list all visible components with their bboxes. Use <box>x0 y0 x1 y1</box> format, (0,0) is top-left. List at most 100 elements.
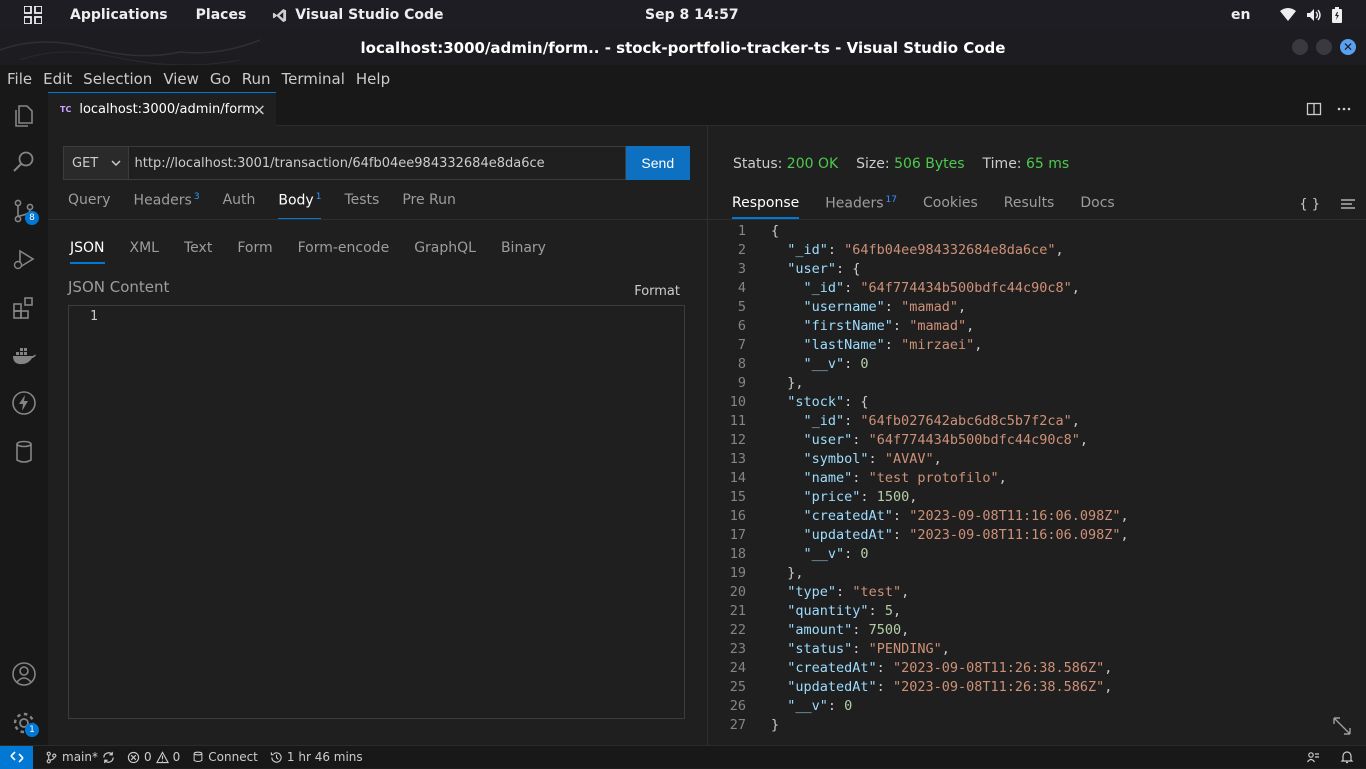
maximize-button[interactable] <box>1316 39 1332 55</box>
format-button[interactable]: Format <box>634 284 680 299</box>
code-text: "__v": 0 <box>787 698 853 714</box>
tab-results[interactable]: Results <box>1004 195 1055 219</box>
tab-cookies[interactable]: Cookies <box>923 195 978 219</box>
tab-response-headers[interactable]: Headers 17 <box>825 195 897 219</box>
size-label: Size: <box>856 156 890 172</box>
tab-results-label: Results <box>1003 195 1055 211</box>
code-line: 26 "__v": 0 <box>708 697 1366 716</box>
braces-icon[interactable]: { } <box>1299 197 1320 212</box>
close-tab-icon[interactable]: × <box>253 100 266 119</box>
clock[interactable]: Sep 8 14:57 <box>645 7 739 23</box>
system-top-bar: Applications Places Visual Studio Code S… <box>0 0 1366 30</box>
search-icon[interactable] <box>11 149 37 175</box>
send-button[interactable]: Send <box>625 146 690 180</box>
split-editor-icon[interactable] <box>1306 101 1322 117</box>
body-tab-form-encode[interactable]: Form-encode <box>298 240 390 264</box>
docker-icon[interactable] <box>11 343 37 369</box>
menu-edit[interactable]: Edit <box>43 70 72 88</box>
session-timer[interactable]: 1 hr 46 mins <box>270 750 363 764</box>
menu-selection[interactable]: Selection <box>83 70 152 88</box>
menu-terminal[interactable]: Terminal <box>282 70 345 88</box>
branch-icon <box>46 751 57 763</box>
code-line: 6 "firstName": "mamad", <box>708 317 1366 336</box>
menu-file[interactable]: File <box>7 70 32 88</box>
tab-response[interactable]: Response <box>732 195 800 219</box>
system-tray[interactable] <box>1280 7 1342 23</box>
settings-badge: 1 <box>25 723 39 737</box>
error-icon <box>127 751 140 763</box>
close-window-button[interactable]: ✕ <box>1340 39 1356 55</box>
database-icon <box>193 751 203 763</box>
code-line: 5 "username": "mamad", <box>708 298 1366 317</box>
more-actions-icon[interactable] <box>1336 101 1352 117</box>
json-body-editor[interactable]: 1 <box>68 305 685 719</box>
db-connect[interactable]: Connect <box>192 750 258 764</box>
active-app-menu[interactable]: Visual Studio Code <box>272 7 444 23</box>
expand-icon[interactable] <box>1332 716 1352 736</box>
body-tab-binary[interactable]: Binary <box>501 240 546 264</box>
tab-body-label: Body <box>278 192 314 209</box>
tab-query-label: Query <box>68 192 111 208</box>
applications-menu[interactable]: Applications <box>70 7 168 23</box>
tab-pre-run[interactable]: Pre Run <box>402 192 456 220</box>
response-actions: { } <box>1299 196 1356 212</box>
line-number: 27 <box>729 717 746 733</box>
url-input[interactable] <box>128 146 626 180</box>
window-controls: ✕ <box>1292 39 1356 55</box>
app-grid-icon[interactable] <box>24 6 42 24</box>
code-line: 9 }, <box>708 374 1366 393</box>
body-tab-graphql[interactable]: GraphQL <box>414 240 476 264</box>
code-text: }, <box>771 565 804 581</box>
menu-help[interactable]: Help <box>356 70 390 88</box>
response-json-viewer[interactable]: 1{2 "_id": "64fb04ee984332684e8da6ce", 3 … <box>708 222 1366 735</box>
code-text: "_id": "64fb027642abc6d8c5b7f2ca", <box>803 413 1080 429</box>
response-tabs: Response Headers 17 Cookies Results Docs <box>732 195 1141 219</box>
places-menu[interactable]: Places <box>196 7 247 23</box>
code-text: }, <box>771 375 804 391</box>
menu-lines-icon[interactable] <box>1340 196 1356 212</box>
tab-auth[interactable]: Auth <box>223 192 256 220</box>
tab-docs[interactable]: Docs <box>1080 195 1114 219</box>
menu-view[interactable]: View <box>163 70 199 88</box>
body-tab-form[interactable]: Form <box>237 240 272 264</box>
window-title-bar[interactable]: localhost:3000/admin/form.. - stock-port… <box>0 30 1366 65</box>
line-number: 16 <box>729 508 746 524</box>
line-number: 22 <box>729 622 746 638</box>
body-tab-text[interactable]: Text <box>184 240 212 264</box>
account-icon[interactable] <box>11 661 37 687</box>
minimize-button[interactable] <box>1292 39 1308 55</box>
run-debug-icon[interactable] <box>11 246 37 272</box>
code-text: "amount": 7500, <box>787 622 910 638</box>
method-select[interactable]: GET <box>63 146 129 180</box>
menu-go[interactable]: Go <box>210 70 231 88</box>
body-type-tabs: JSON XML Text Form Form-encode GraphQL B… <box>70 240 571 264</box>
tab-thunder-request[interactable]: TC localhost:3000/admin/form.. × <box>48 92 276 126</box>
database-icon[interactable] <box>11 439 37 465</box>
sync-icon[interactable] <box>102 751 115 764</box>
problems-indicator[interactable]: 0 0 <box>127 750 180 764</box>
line-number: 10 <box>729 394 746 410</box>
request-pane: GET Send Query Headers3 Auth Body1 Tests… <box>48 126 707 745</box>
code-line: 1{ <box>708 222 1366 241</box>
notifications-bell-icon[interactable] <box>1340 750 1354 764</box>
line-number: 5 <box>737 299 746 315</box>
extensions-icon[interactable] <box>11 295 37 321</box>
menu-run[interactable]: Run <box>242 70 271 88</box>
tab-body[interactable]: Body 1 <box>278 192 322 220</box>
body-tab-xml[interactable]: XML <box>130 240 159 264</box>
tab-headers[interactable]: Headers 3 <box>134 192 200 220</box>
thunder-client-icon[interactable] <box>11 390 37 416</box>
branch-indicator[interactable]: main* <box>45 750 115 764</box>
code-text: "type": "test", <box>787 584 910 600</box>
remote-indicator[interactable] <box>0 745 33 769</box>
code-line: 23 "status": "PENDING", <box>708 640 1366 659</box>
size-value: 506 Bytes <box>894 156 965 172</box>
tab-query[interactable]: Query <box>68 192 111 220</box>
explorer-icon[interactable] <box>11 102 37 128</box>
feedback-icon[interactable] <box>1306 750 1320 764</box>
menu-bar: File Edit Selection View Go Run Terminal… <box>0 65 1366 92</box>
tab-tests[interactable]: Tests <box>344 192 379 220</box>
body-tab-json[interactable]: JSON <box>70 240 105 264</box>
tab-response-label: Response <box>732 195 800 211</box>
keyboard-language[interactable]: en <box>1231 7 1250 23</box>
